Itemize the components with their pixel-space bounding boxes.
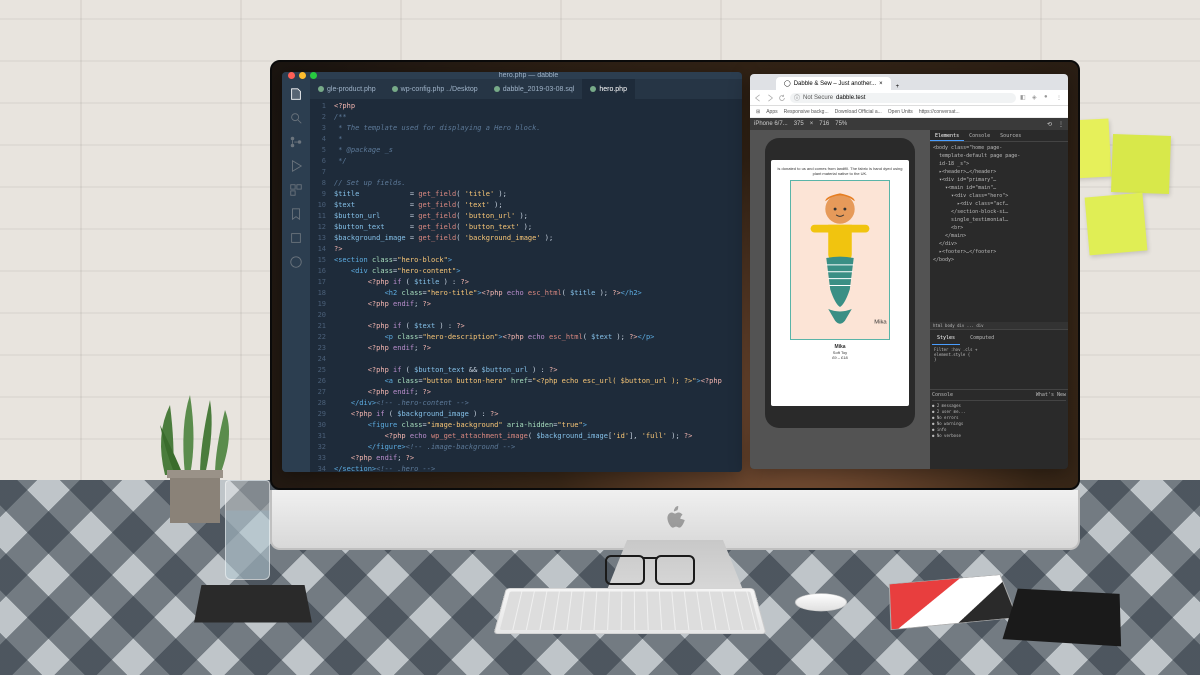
device-zoom[interactable]: 75% xyxy=(835,121,847,127)
devtools-tab[interactable]: Sources xyxy=(995,130,1026,141)
code-editor[interactable]: 1234567891011121314151617181920212223242… xyxy=(310,99,742,472)
responsive-viewport: is donated to us and comes from landfill… xyxy=(750,130,930,469)
editor-tab[interactable]: wp-config.php ../Desktop xyxy=(384,79,486,99)
ext-icon[interactable]: ◈ xyxy=(1032,94,1040,102)
menu-icon[interactable]: ⋮ xyxy=(1056,94,1064,102)
bookmark-item[interactable]: Download Official a... xyxy=(835,109,882,115)
apple-logo-icon xyxy=(664,506,686,532)
bookmark-item[interactable]: Responsive backg... xyxy=(784,109,829,115)
search-icon[interactable] xyxy=(289,111,303,125)
eyeglasses xyxy=(605,555,695,590)
notebook-small xyxy=(194,585,312,622)
window-title: hero.php — dabble xyxy=(321,72,736,79)
close-icon[interactable] xyxy=(288,72,295,79)
devtools-tab[interactable]: Console xyxy=(964,130,995,141)
info-icon[interactable]: ⓘ xyxy=(794,93,800,102)
bookmark-item[interactable]: Apps xyxy=(766,109,777,115)
minimize-icon[interactable] xyxy=(299,72,306,79)
avatar-icon[interactable]: ● xyxy=(1044,94,1052,102)
product-price: £9 – £18 xyxy=(832,355,848,360)
chrome-window[interactable]: ◯ Dabble & Sew – Just another... × + ⓘ N… xyxy=(750,74,1068,469)
close-icon[interactable]: × xyxy=(879,81,883,87)
console-filter-item[interactable]: ● No warnings xyxy=(932,421,1066,426)
tab-computed[interactable]: Computed xyxy=(965,332,999,345)
device-select[interactable]: iPhone 6/7... xyxy=(754,121,788,127)
browser-tab[interactable]: ◯ Dabble & Sew – Just another... × xyxy=(776,77,891,90)
styles-panel[interactable]: Styles Computed Filter :hov .cls +elemen… xyxy=(930,329,1068,389)
product-image: Mika xyxy=(790,180,890,340)
editor-tabs: gle-product.phpwp-config.php ../Desktopd… xyxy=(310,79,742,99)
tab-styles[interactable]: Styles xyxy=(932,332,960,345)
address-text: dabble.test xyxy=(836,95,865,101)
console-filter-item[interactable]: ● No verbose xyxy=(932,433,1066,438)
chrome-toolbar: ⓘ Not Secure dabble.test ◧ ◈ ● ⋮ xyxy=(750,90,1068,106)
files-icon[interactable] xyxy=(289,87,303,101)
page-content[interactable]: is donated to us and comes from landfill… xyxy=(771,160,909,406)
debug-icon[interactable] xyxy=(289,159,303,173)
source-control-icon[interactable] xyxy=(289,135,303,149)
reload-icon[interactable] xyxy=(778,94,786,102)
editor-tab[interactable]: gle-product.php xyxy=(310,79,384,99)
imac: hero.php — dabble gle-product.phpwp-conf… xyxy=(270,60,1080,620)
extensions-icon[interactable] xyxy=(289,183,303,197)
sticky-note xyxy=(1085,193,1148,256)
console-filter-item[interactable]: ● 2 user me... xyxy=(932,409,1066,414)
device-width[interactable]: 375 xyxy=(794,121,804,127)
bookmark-item[interactable]: Open Units xyxy=(888,109,913,115)
keyboard xyxy=(493,588,766,634)
tab-title: Dabble & Sew – Just another... xyxy=(794,81,876,87)
editor-tab[interactable]: hero.php xyxy=(582,79,635,99)
activity-bar xyxy=(282,79,310,472)
vscode-titlebar[interactable]: hero.php — dabble xyxy=(282,72,742,79)
devtools-tab[interactable]: Elements xyxy=(930,130,964,141)
elements-breadcrumb[interactable]: html body div ... div xyxy=(930,322,1068,329)
notebook-large xyxy=(1003,589,1122,647)
bookmark-item[interactable]: https://conversat... xyxy=(919,109,960,115)
maximize-icon[interactable] xyxy=(310,72,317,79)
console-filter-item[interactable]: ● No errors xyxy=(932,415,1066,420)
elements-tree[interactable]: <body class="home page- template-default… xyxy=(930,142,1068,322)
console-tab[interactable]: Console xyxy=(932,392,953,398)
chrome-tabstrip: ◯ Dabble & Sew – Just another... × + xyxy=(750,74,1068,90)
back-icon[interactable] xyxy=(754,94,762,102)
console-filter-item[interactable]: ● info xyxy=(932,427,1066,432)
editor-tab[interactable]: dabble_2019-03-08.sql xyxy=(486,79,583,99)
vscode-window[interactable]: hero.php — dabble gle-product.phpwp-conf… xyxy=(282,72,742,472)
product-desc: is donated to us and comes from landfill… xyxy=(777,166,903,176)
ext-icon[interactable]: ◧ xyxy=(1020,94,1028,102)
bookmark-icon[interactable] xyxy=(289,207,303,221)
forward-icon[interactable] xyxy=(766,94,774,102)
console-filter-item[interactable]: ● 2 messages xyxy=(932,403,1066,408)
water-glass xyxy=(225,480,270,580)
security-label: Not Secure xyxy=(803,95,833,101)
phone-frame: is donated to us and comes from landfill… xyxy=(765,138,915,428)
device-height[interactable]: 716 xyxy=(819,121,829,127)
product-label-text: Mika xyxy=(874,320,887,326)
wp-icon[interactable] xyxy=(289,255,303,269)
address-bar[interactable]: ⓘ Not Secure dabble.test xyxy=(790,93,1016,103)
bookmarks-bar: ⊞ Apps Responsive backg... Download Officia… xyxy=(750,106,1068,118)
apps-icon[interactable]: ⊞ xyxy=(756,109,760,115)
imac-screen: hero.php — dabble gle-product.phpwp-conf… xyxy=(270,60,1080,490)
sticky-note xyxy=(1111,134,1171,194)
more-icon[interactable]: ⋮ xyxy=(1058,121,1064,128)
device-toolbar: iPhone 6/7... 375× 716 75% ⟲ ⋮ xyxy=(750,118,1068,130)
todo-icon[interactable] xyxy=(289,231,303,245)
devtools-panel[interactable]: ElementsConsoleSources <body class="home… xyxy=(930,130,1068,469)
tab-favicon-icon: ◯ xyxy=(784,80,791,87)
console-panel[interactable]: Console What's New ● 2 messages● 2 user … xyxy=(930,389,1068,469)
rotate-icon[interactable]: ⟲ xyxy=(1047,121,1052,128)
